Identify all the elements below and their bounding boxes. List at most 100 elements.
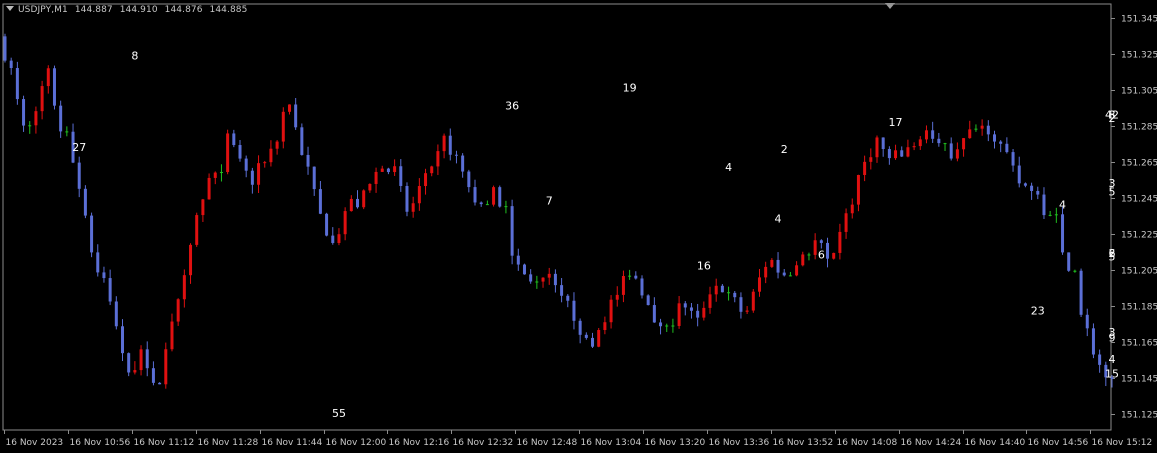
- candle-body: [1098, 354, 1102, 365]
- volume-annotation: 3: [1109, 326, 1116, 339]
- candle-body: [980, 125, 984, 129]
- y-tick-label: 151.225: [1121, 231, 1157, 241]
- candle-body: [955, 149, 959, 159]
- candle-body: [170, 321, 174, 350]
- candle-body: [689, 307, 693, 311]
- candle-body: [1061, 214, 1065, 253]
- candle-body: [659, 322, 663, 327]
- y-tick-label: 151.345: [1121, 15, 1157, 25]
- candle-body: [937, 138, 941, 144]
- candle-body: [77, 162, 81, 189]
- candle-body: [189, 244, 193, 276]
- candle-body: [312, 166, 316, 190]
- candle-body: [250, 170, 254, 185]
- candle-body: [127, 353, 131, 373]
- candle-body: [1036, 190, 1040, 195]
- volume-annotation: 7: [546, 195, 553, 208]
- candle-body: [349, 198, 353, 212]
- candle-body: [634, 275, 638, 279]
- candle-body: [164, 349, 168, 385]
- x-tick-label: 16 Nov 11:44: [262, 438, 323, 448]
- candle-body: [3, 36, 7, 61]
- volume-annotation: 8: [1109, 109, 1116, 122]
- candle-body: [405, 185, 409, 212]
- candle-body: [553, 273, 557, 286]
- candle-body: [782, 272, 786, 276]
- candle-body: [485, 204, 489, 206]
- candle-body: [819, 240, 823, 243]
- candle-body: [244, 158, 248, 171]
- candle-body: [918, 139, 922, 147]
- candle-body: [714, 285, 718, 295]
- candle-body: [83, 188, 87, 216]
- y-tick-label: 151.285: [1121, 123, 1157, 133]
- candle-body: [776, 259, 780, 273]
- candle-body: [226, 133, 230, 173]
- candle-body: [881, 137, 885, 150]
- candle-body: [522, 264, 526, 275]
- candle-body: [59, 105, 63, 132]
- candle-body: [46, 68, 50, 87]
- candle-body: [832, 252, 836, 259]
- candle-body: [720, 285, 724, 293]
- x-tick-label: 16 Nov 13:04: [581, 438, 642, 448]
- candle-body: [393, 166, 397, 173]
- candle-body: [999, 141, 1003, 144]
- candle-body: [337, 234, 341, 243]
- candle-body: [869, 157, 873, 162]
- candle-body: [411, 203, 415, 212]
- candle-body: [331, 235, 335, 243]
- candle-body: [516, 255, 520, 265]
- volume-annotation: 55: [332, 407, 346, 420]
- candle-body: [473, 187, 477, 203]
- candle-body: [145, 349, 149, 369]
- candle-body: [671, 325, 675, 327]
- x-tick-label: 16 Nov 13:52: [773, 438, 834, 448]
- candle-body: [151, 368, 155, 383]
- candle-body: [448, 135, 452, 155]
- price-chart[interactable]: 151.345 151.325 151.305 151.285 151.265 151.2…: [0, 0, 1157, 453]
- candle-body: [986, 125, 990, 135]
- candle-body: [498, 187, 502, 207]
- candle-body: [300, 127, 304, 155]
- x-tick-label: 16 Nov 12:16: [389, 438, 450, 448]
- candle-body: [764, 266, 768, 278]
- y-tick-label: 151.265: [1121, 159, 1157, 169]
- candle-body: [640, 278, 644, 296]
- candle-body: [702, 307, 706, 318]
- y-tick-label: 151.185: [1121, 303, 1157, 313]
- candle-body: [572, 300, 576, 321]
- y-tick-label: 151.145: [1121, 375, 1157, 385]
- candle-body: [1073, 270, 1077, 272]
- candle-body: [232, 133, 236, 146]
- candle-body: [1011, 152, 1015, 166]
- candle-body: [906, 147, 910, 157]
- candle-body: [838, 231, 842, 253]
- candle-body: [943, 143, 947, 145]
- candle-body: [1030, 185, 1034, 191]
- x-tick-label: 16 Nov 12:48: [517, 438, 578, 448]
- candle-body: [665, 325, 669, 327]
- candle-body: [1017, 165, 1021, 184]
- volume-annotation: 2: [781, 143, 788, 156]
- candle-body: [504, 206, 508, 208]
- candle-body: [591, 337, 595, 347]
- x-tick-label: 16 Nov 13:20: [645, 438, 706, 448]
- candle-body: [442, 135, 446, 152]
- volume-annotation: 3: [1109, 177, 1116, 190]
- x-tick-label: 16 Nov 10:56: [70, 438, 131, 448]
- x-tick-label: 16 Nov 14:08: [837, 438, 898, 448]
- candle-body: [788, 275, 792, 277]
- candle-body: [1023, 183, 1027, 186]
- candle-body: [356, 198, 360, 208]
- candle-body: [745, 310, 749, 312]
- candle-body: [108, 278, 112, 302]
- x-tick-label: 16 Nov 11:28: [198, 438, 259, 448]
- candle-body: [751, 291, 755, 311]
- candle-body: [795, 265, 799, 276]
- candle-body: [541, 277, 545, 282]
- volume-annotation: 36: [505, 100, 519, 113]
- candle-body: [325, 213, 329, 236]
- candle-body: [578, 320, 582, 335]
- candle-body: [924, 130, 928, 140]
